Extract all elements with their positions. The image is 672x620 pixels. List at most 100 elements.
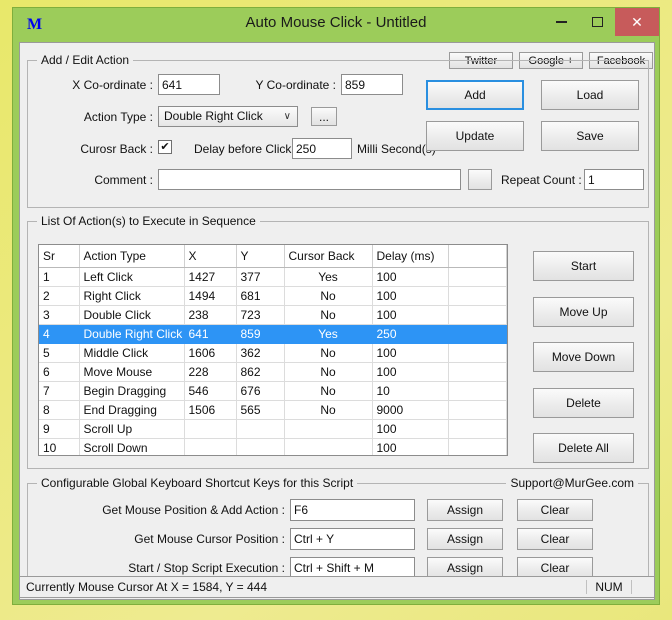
table-row[interactable]: 9 Scroll Up 100 bbox=[39, 419, 507, 439]
row-cell-cursor-back: No bbox=[284, 381, 373, 401]
column-header-filler bbox=[448, 245, 507, 268]
status-bar: Currently Mouse Cursor At X = 1584, Y = … bbox=[19, 576, 655, 598]
row-cell-x: 228 bbox=[184, 362, 237, 382]
action-type-browse-button[interactable]: ... bbox=[311, 107, 337, 126]
minimize-icon bbox=[555, 21, 567, 23]
row-cell-action-type: Double Right Click bbox=[79, 324, 185, 344]
cursor-back-checkbox[interactable]: ✔ bbox=[158, 140, 172, 154]
column-header-delay[interactable]: Delay (ms) bbox=[372, 245, 449, 268]
row-cell-delay: 100 bbox=[372, 362, 449, 382]
assign-button-cursor-position[interactable]: Assign bbox=[427, 528, 503, 550]
column-header-y[interactable]: Y bbox=[236, 245, 285, 268]
row-cell-filler bbox=[448, 419, 507, 439]
close-button[interactable]: ✕ bbox=[615, 8, 659, 36]
update-button[interactable]: Update bbox=[426, 121, 524, 151]
row-cell-sr: 1 bbox=[39, 267, 80, 287]
column-header-cursor-back[interactable]: Cursor Back bbox=[284, 245, 373, 268]
row-cell-action-type: Begin Dragging bbox=[79, 381, 185, 401]
row-cell-x bbox=[184, 438, 237, 455]
table-row[interactable]: 6 Move Mouse 228 862 No 100 bbox=[39, 362, 507, 382]
comment-label: Comment : bbox=[94, 173, 153, 187]
move-down-button[interactable]: Move Down bbox=[533, 342, 634, 372]
row-cell-action-type: Move Mouse bbox=[79, 362, 185, 382]
column-header-action-type[interactable]: Action Type bbox=[79, 245, 185, 268]
row-cell-cursor-back: No bbox=[284, 343, 373, 363]
delete-button[interactable]: Delete bbox=[533, 388, 634, 418]
maximize-button[interactable] bbox=[579, 8, 615, 36]
start-button[interactable]: Start bbox=[533, 251, 634, 281]
x-coordinate-input[interactable] bbox=[158, 74, 220, 95]
row-cell-sr: 10 bbox=[39, 438, 80, 455]
row-cell-delay: 9000 bbox=[372, 400, 449, 420]
row-cell-sr: 6 bbox=[39, 362, 80, 382]
keyboard-shortcuts-group: Configurable Global Keyboard Shortcut Ke… bbox=[27, 476, 649, 579]
clear-button-cursor-position[interactable]: Clear bbox=[517, 528, 593, 550]
row-cell-x: 1494 bbox=[184, 286, 237, 306]
action-list-table[interactable]: Sr Action Type X Y Cursor Back Delay (ms… bbox=[38, 244, 508, 456]
row-cell-cursor-back: Yes bbox=[284, 324, 373, 344]
column-header-sr[interactable]: Sr bbox=[39, 245, 80, 268]
table-row[interactable]: 1 Left Click 1427 377 Yes 100 bbox=[39, 267, 507, 287]
row-cell-sr: 4 bbox=[39, 324, 80, 344]
table-row[interactable]: 2 Right Click 1494 681 No 100 bbox=[39, 286, 507, 306]
action-type-select[interactable]: Double Right Click ∨ bbox=[158, 106, 298, 127]
row-cell-delay: 250 bbox=[372, 324, 449, 344]
y-coordinate-input[interactable] bbox=[341, 74, 403, 95]
table-row[interactable]: 10 Scroll Down 100 bbox=[39, 438, 507, 455]
repeat-count-input[interactable] bbox=[584, 169, 644, 190]
row-cell-cursor-back: No bbox=[284, 286, 373, 306]
row-cell-cursor-back: No bbox=[284, 362, 373, 382]
row-cell-delay: 100 bbox=[372, 286, 449, 306]
shortcut-input-cursor-position[interactable] bbox=[290, 528, 415, 550]
shortcut-label-start-stop: Start / Stop Script Execution : bbox=[128, 561, 285, 575]
row-cell-cursor-back: Yes bbox=[284, 267, 373, 287]
application-window: M Auto Mouse Click - Untitled ✕ Twitter … bbox=[12, 7, 660, 605]
row-cell-x: 641 bbox=[184, 324, 237, 344]
row-cell-y bbox=[236, 419, 285, 439]
move-up-button[interactable]: Move Up bbox=[533, 297, 634, 327]
maximize-icon bbox=[591, 17, 603, 27]
table-row[interactable]: 7 Begin Dragging 546 676 No 10 bbox=[39, 381, 507, 401]
row-cell-delay: 100 bbox=[372, 438, 449, 455]
clear-button-add-action[interactable]: Clear bbox=[517, 499, 593, 521]
title-bar: M Auto Mouse Click - Untitled ✕ bbox=[13, 8, 659, 42]
row-cell-sr: 2 bbox=[39, 286, 80, 306]
desktop-background: M Auto Mouse Click - Untitled ✕ Twitter … bbox=[0, 0, 672, 620]
load-button[interactable]: Load bbox=[541, 80, 639, 110]
delete-all-button[interactable]: Delete All bbox=[533, 433, 634, 463]
row-cell-action-type: Double Click bbox=[79, 305, 185, 325]
table-header-row: Sr Action Type X Y Cursor Back Delay (ms… bbox=[39, 245, 507, 268]
client-area: Twitter Google + Facebook Add / Edit Act… bbox=[19, 42, 655, 600]
window-controls: ✕ bbox=[543, 8, 659, 42]
row-cell-y: 723 bbox=[236, 305, 285, 325]
row-cell-y bbox=[236, 438, 285, 455]
comment-extra-button[interactable] bbox=[468, 169, 492, 190]
cursor-back-label: Curosr Back : bbox=[80, 142, 153, 156]
row-cell-action-type: Middle Click bbox=[79, 343, 185, 363]
support-email-label: Support@MurGee.com bbox=[506, 476, 638, 490]
table-row[interactable]: 3 Double Click 238 723 No 100 bbox=[39, 305, 507, 325]
row-cell-sr: 3 bbox=[39, 305, 80, 325]
repeat-count-label: Repeat Count : bbox=[501, 173, 582, 187]
row-cell-y: 362 bbox=[236, 343, 285, 363]
column-header-x[interactable]: X bbox=[184, 245, 237, 268]
shortcut-label-cursor-position: Get Mouse Cursor Position : bbox=[134, 532, 285, 546]
comment-input[interactable] bbox=[158, 169, 461, 190]
table-row[interactable]: 8 End Dragging 1506 565 No 9000 bbox=[39, 400, 507, 420]
save-button[interactable]: Save bbox=[541, 121, 639, 151]
row-cell-cursor-back bbox=[284, 438, 373, 455]
row-cell-cursor-back: No bbox=[284, 400, 373, 420]
minimize-button[interactable] bbox=[543, 8, 579, 36]
row-cell-filler bbox=[448, 267, 507, 287]
row-cell-cursor-back: No bbox=[284, 305, 373, 325]
row-cell-y: 859 bbox=[236, 324, 285, 344]
add-button[interactable]: Add bbox=[426, 80, 524, 110]
table-row[interactable]: 4 Double Right Click 641 859 Yes 250 bbox=[39, 324, 507, 344]
shortcut-input-add-action[interactable] bbox=[290, 499, 415, 521]
row-cell-x: 238 bbox=[184, 305, 237, 325]
row-cell-action-type: Scroll Up bbox=[79, 419, 185, 439]
assign-button-add-action[interactable]: Assign bbox=[427, 499, 503, 521]
delay-before-click-input[interactable] bbox=[292, 138, 352, 159]
table-body: 1 Left Click 1427 377 Yes 100 2 Right Click 1494… bbox=[39, 267, 507, 455]
table-row[interactable]: 5 Middle Click 1606 362 No 100 bbox=[39, 343, 507, 363]
